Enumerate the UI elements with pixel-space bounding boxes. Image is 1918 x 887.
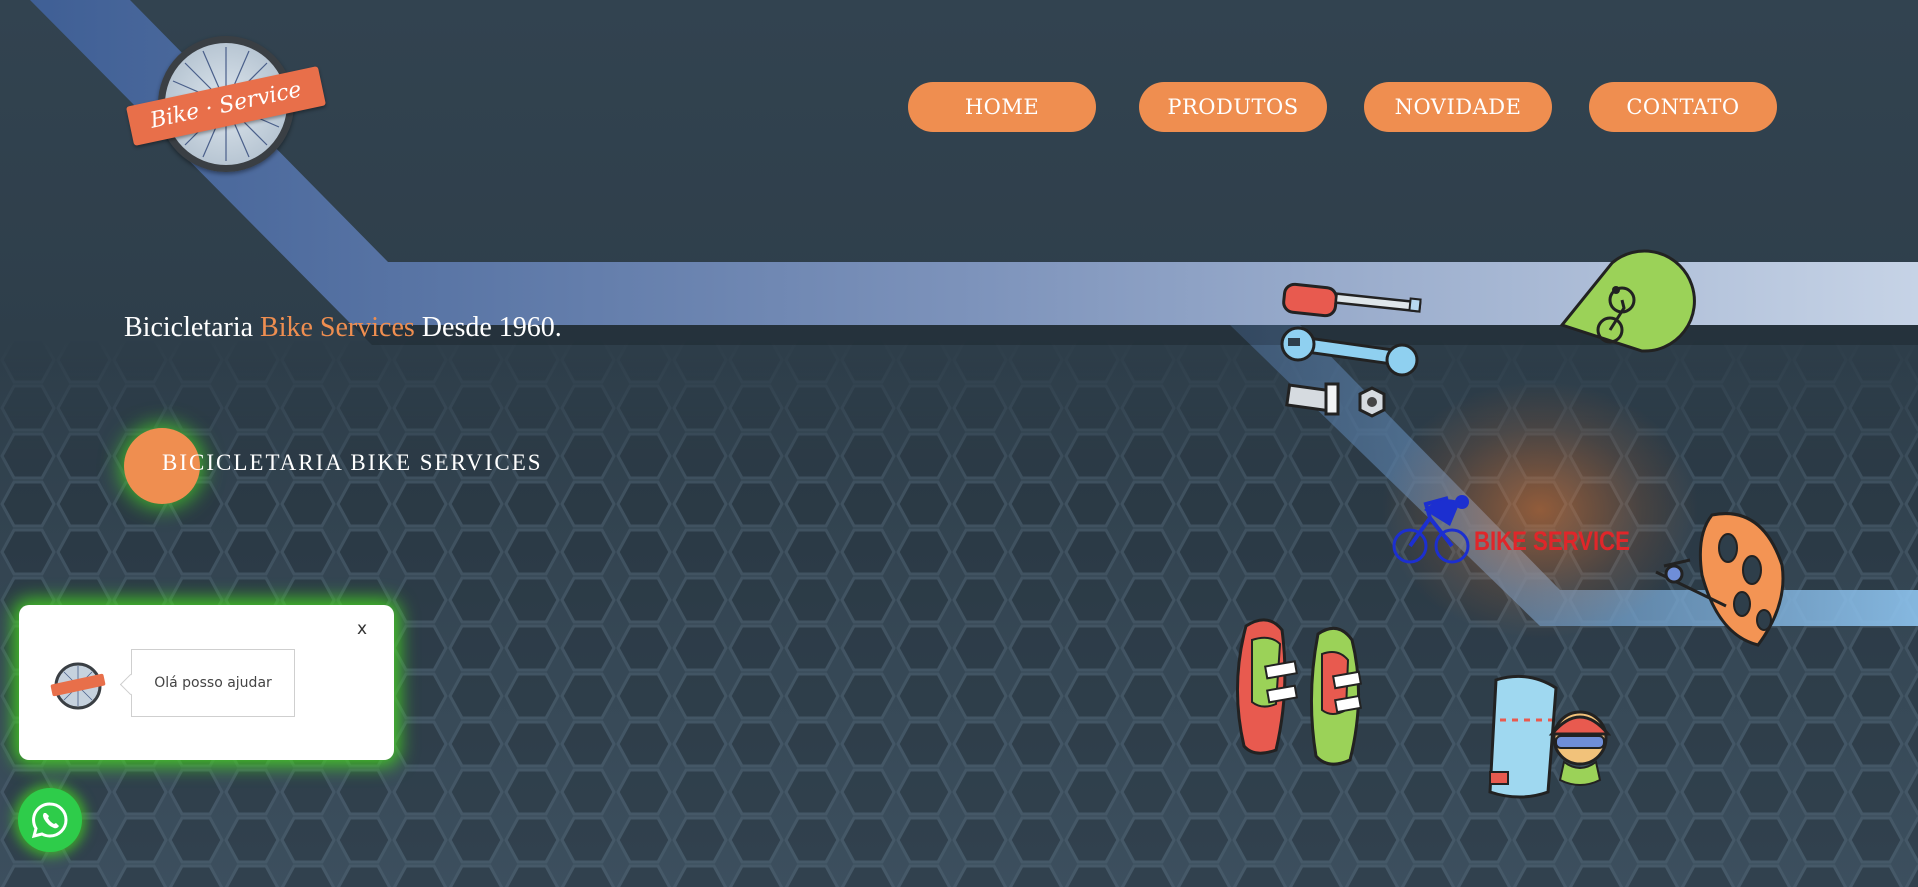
screwdriver-icon [1282,282,1422,318]
cycling-shoes-icon [1236,618,1363,766]
chat-close-button[interactable]: x [357,619,367,639]
jersey-icon [1488,674,1558,799]
whatsapp-button[interactable] [18,788,82,852]
wrench-icon [1280,326,1419,377]
brand-label: BIKE SERVICE [1474,526,1630,556]
location-pin-bike-icon [1559,249,1696,353]
chat-message: Olá posso ajudar [131,649,295,717]
chat-popup: x Olá posso ajudar [19,605,394,760]
helmet-icon [1698,512,1785,647]
whatsapp-icon [31,802,68,839]
cyclist-icon [1392,495,1470,564]
bolt-nut-icon [1285,382,1386,418]
cyclist-avatar-icon [1548,710,1612,786]
chat-avatar [50,662,106,710]
